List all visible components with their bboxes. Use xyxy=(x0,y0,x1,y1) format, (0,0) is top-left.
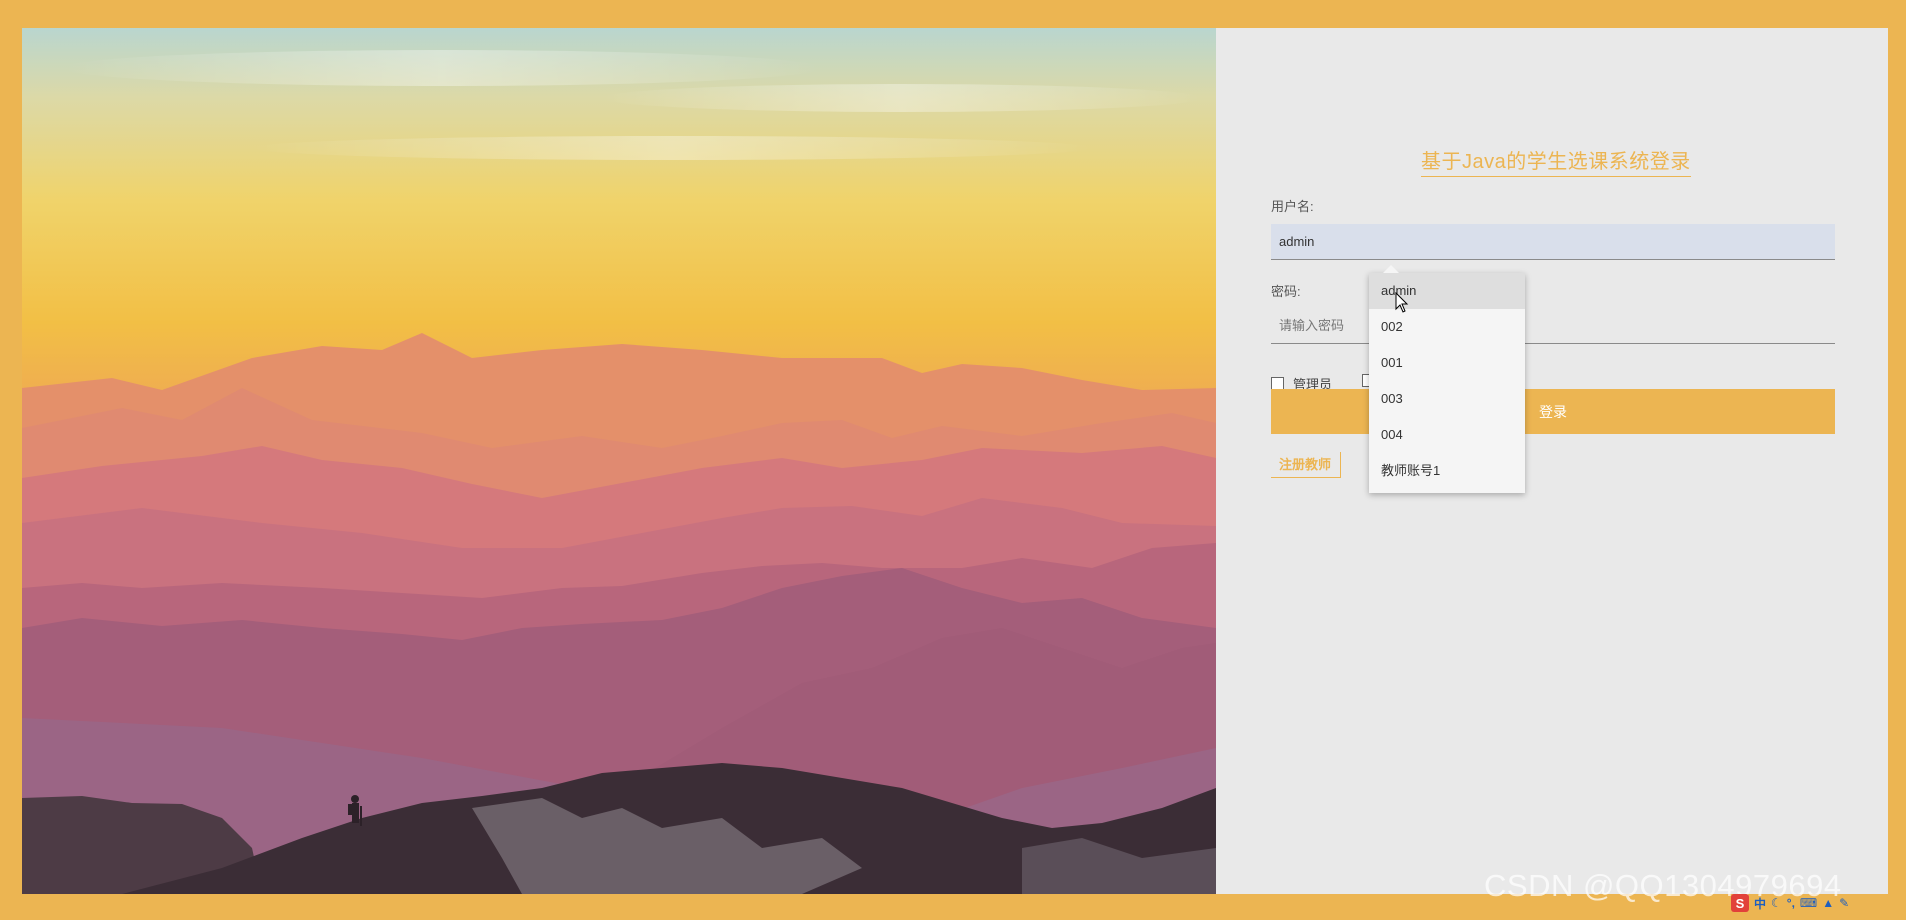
punctuation-icon[interactable]: °, xyxy=(1787,896,1795,910)
autocomplete-item[interactable]: 003 xyxy=(1369,381,1525,417)
autocomplete-item[interactable]: 004 xyxy=(1369,417,1525,453)
autocomplete-item[interactable]: admin xyxy=(1369,273,1525,309)
register-teacher-link[interactable]: 注册教师 xyxy=(1271,452,1342,478)
autocomplete-item[interactable]: 001 xyxy=(1369,345,1525,381)
skin-icon[interactable]: ▲ xyxy=(1822,896,1834,910)
password-label: 密码: xyxy=(1271,284,1301,299)
login-button[interactable]: 登录 xyxy=(1271,389,1835,434)
username-label: 用户名: xyxy=(1271,199,1314,214)
sogou-ime-icon[interactable]: S xyxy=(1731,894,1749,912)
autocomplete-item[interactable]: 002 xyxy=(1369,309,1525,345)
settings-icon[interactable]: ✎ xyxy=(1839,896,1849,910)
login-page: 基于Java的学生选课系统登录 用户名: 密码: 管理员 登录 注册教师 xyxy=(22,28,1888,894)
username-autocomplete-dropdown: admin 002 001 003 004 教师账号1 xyxy=(1369,265,1525,493)
username-field[interactable] xyxy=(1271,224,1835,260)
moon-icon[interactable]: ☾ xyxy=(1771,896,1782,910)
keyboard-icon[interactable]: ⌨ xyxy=(1800,896,1817,910)
password-field[interactable] xyxy=(1271,308,1835,344)
login-panel: 基于Java的学生选课系统登录 用户名: 密码: 管理员 登录 注册教师 xyxy=(1216,28,1888,894)
mouse-pointer-icon xyxy=(1395,291,1409,319)
ime-toolbar: S 中 ☾ °, ⌨ ▲ ✎ xyxy=(1731,894,1849,912)
mountain-sunset-image xyxy=(22,28,1216,894)
autocomplete-item[interactable]: 教师账号1 xyxy=(1369,453,1525,489)
page-title: 基于Java的学生选课系统登录 xyxy=(1421,145,1691,177)
chinese-mode-icon[interactable]: 中 xyxy=(1754,895,1766,912)
